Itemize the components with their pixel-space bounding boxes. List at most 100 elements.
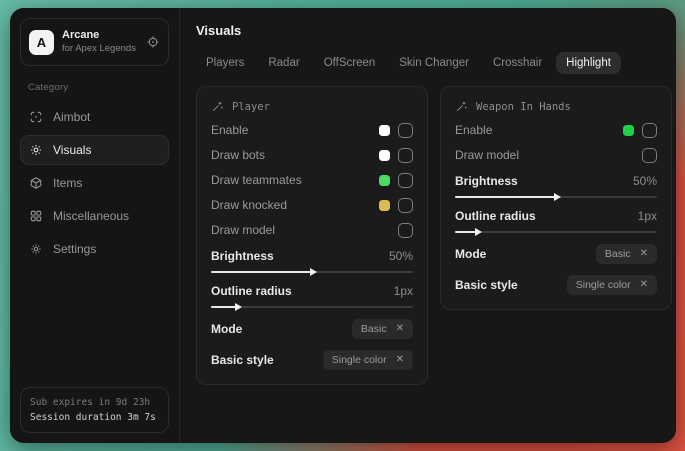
single-color-tag[interactable]: Single color ✕: [323, 350, 413, 370]
sidebar-item-miscellaneous[interactable]: Miscellaneous: [20, 201, 169, 231]
visuals-eye-icon: [29, 143, 43, 157]
tag-row-label: Mode: [211, 322, 242, 336]
panel-title: Weapon In Hands: [455, 100, 657, 113]
slider-thumb[interactable]: [235, 303, 242, 311]
slider-row-outline-radius: Outline radius1px: [211, 284, 413, 308]
sidebar-item-label: Visuals: [53, 143, 91, 157]
tag-text: Single color: [576, 279, 631, 291]
setting-row-enable: Enable: [455, 122, 657, 138]
draw-bots-color-swatch[interactable]: [379, 150, 390, 161]
slider-fill: [455, 231, 477, 233]
tab-highlight[interactable]: Highlight: [556, 52, 621, 74]
grid-icon: [29, 209, 43, 223]
tab-skin-changer[interactable]: Skin Changer: [389, 52, 479, 74]
draw-teammates-color-swatch[interactable]: [379, 175, 390, 186]
slider-thumb[interactable]: [554, 193, 561, 201]
panel-title: Player: [211, 100, 413, 113]
tag-row-basic-style: Basic styleSingle color✕: [455, 275, 657, 295]
panels-container: Player Enable Draw bots Draw teammates Draw …: [196, 86, 672, 385]
basic-tag[interactable]: Basic✕: [596, 244, 657, 264]
slider-thumb[interactable]: [310, 268, 317, 276]
slider-value: 50%: [389, 249, 413, 263]
setting-row-draw-model: Draw model: [211, 222, 413, 238]
draw-knocked-color-swatch[interactable]: [379, 200, 390, 211]
slider-label: Outline radius: [211, 284, 292, 298]
tag-row-label: Mode: [455, 247, 486, 261]
setting-controls: [642, 148, 657, 163]
setting-controls: [623, 123, 657, 138]
tab-offscreen[interactable]: OffScreen: [314, 52, 386, 74]
close-icon[interactable]: ✕: [396, 355, 404, 365]
setting-label: Draw model: [455, 148, 519, 162]
aim-frame-icon: [29, 110, 43, 124]
slider-row-brightness: Brightness50%: [455, 174, 657, 198]
basic-tag[interactable]: Basic✕: [352, 319, 413, 339]
app-name: Arcane: [62, 29, 136, 43]
outline-radius-slider[interactable]: [211, 306, 413, 308]
app-titles: Arcane for Apex Legends: [62, 29, 136, 55]
draw-model-checkbox[interactable]: [642, 148, 657, 163]
slider-label: Outline radius: [455, 209, 536, 223]
slider-head: Brightness50%: [455, 174, 657, 188]
draw-model-checkbox[interactable]: [398, 223, 413, 238]
slider-fill: [211, 271, 312, 273]
app-logo: A: [29, 30, 54, 55]
setting-row-draw-knocked: Draw knocked: [211, 197, 413, 213]
outline-radius-slider[interactable]: [455, 231, 657, 233]
slider-row-outline-radius: Outline radius 1px: [455, 209, 657, 233]
close-icon[interactable]: ✕: [640, 249, 648, 259]
slider-fill: [455, 196, 556, 198]
setting-label: Draw bots: [211, 148, 265, 162]
enable-color-swatch[interactable]: [623, 125, 634, 136]
sidebar-item-label: Items: [53, 176, 82, 190]
draw-teammates-checkbox[interactable]: [398, 173, 413, 188]
slider-row-brightness: Brightness 50%: [211, 249, 413, 273]
tag-row-mode: Mode Basic✕: [455, 244, 657, 264]
draw-bots-checkbox[interactable]: [398, 148, 413, 163]
setting-controls: [398, 223, 413, 238]
setting-label: Draw teammates: [211, 173, 302, 187]
slider-thumb[interactable]: [475, 228, 482, 236]
tab-crosshair[interactable]: Crosshair: [483, 52, 552, 74]
sidebar-item-settings[interactable]: Settings: [20, 234, 169, 264]
tab-players[interactable]: Players: [196, 52, 254, 74]
tab-radar[interactable]: Radar: [258, 52, 309, 74]
slider-head: Outline radius 1px: [455, 209, 657, 223]
enable-checkbox[interactable]: [398, 123, 413, 138]
brightness-slider[interactable]: [211, 271, 413, 273]
page-title: Visuals: [196, 23, 672, 38]
slider-head: Outline radius1px: [211, 284, 413, 298]
setting-label: Enable: [455, 123, 492, 137]
panel-title-text: Player: [232, 101, 270, 113]
wand-icon: [455, 100, 468, 113]
panel-player: PlayerEnableDraw botsDraw teammatesDraw …: [196, 86, 428, 385]
setting-row-draw-model: Draw model: [455, 147, 657, 163]
tag-text: Single color: [332, 354, 387, 366]
wand-icon: [211, 100, 224, 113]
setting-controls: [379, 148, 413, 163]
sub-expires-text: Sub expires in 9d 23h: [30, 395, 159, 410]
sidebar-item-label: Aimbot: [53, 110, 90, 124]
tab-bar: PlayersRadarOffScreenSkin ChangerCrossha…: [196, 52, 672, 74]
enable-checkbox[interactable]: [642, 123, 657, 138]
sidebar-item-visuals[interactable]: Visuals: [20, 135, 169, 165]
setting-row-draw-teammates: Draw teammates: [211, 172, 413, 188]
brightness-slider[interactable]: [455, 196, 657, 198]
sidebar-item-label: Miscellaneous: [53, 209, 129, 223]
slider-label: Brightness: [211, 249, 274, 263]
app-window: A Arcane for Apex Legends Category Aimbo…: [10, 8, 676, 443]
close-icon[interactable]: ✕: [396, 324, 404, 334]
target-icon[interactable]: [146, 35, 160, 49]
sidebar-item-aimbot[interactable]: Aimbot: [20, 102, 169, 132]
sidebar: A Arcane for Apex Legends Category Aimbo…: [10, 8, 180, 443]
single-color-tag[interactable]: Single color ✕: [567, 275, 657, 295]
gear-icon: [29, 242, 43, 256]
box-icon: [29, 176, 43, 190]
draw-knocked-checkbox[interactable]: [398, 198, 413, 213]
sidebar-item-items[interactable]: Items: [20, 168, 169, 198]
enable-color-swatch[interactable]: [379, 125, 390, 136]
sidebar-header: A Arcane for Apex Legends: [20, 18, 169, 66]
slider-value: 1px: [638, 209, 657, 223]
sidebar-nav: Aimbot Visuals Items Miscellaneous Settings: [20, 99, 169, 264]
close-icon[interactable]: ✕: [640, 280, 648, 290]
